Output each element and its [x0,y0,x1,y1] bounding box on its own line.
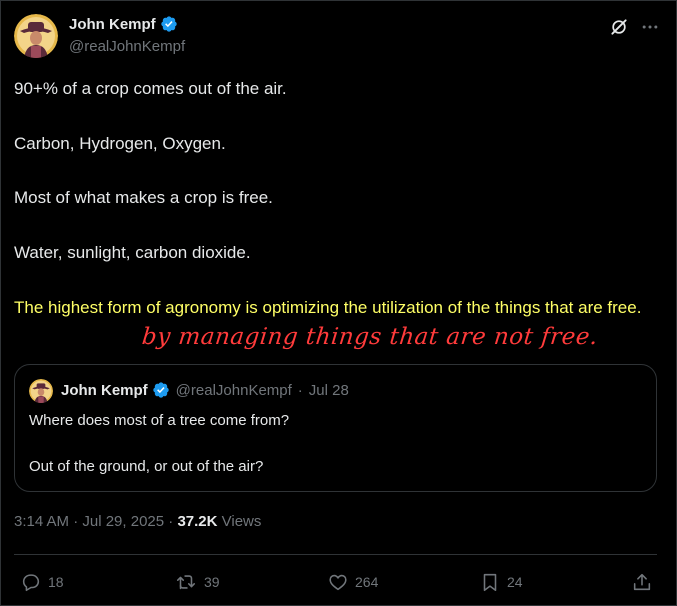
quoted-author-avatar[interactable] [29,379,53,403]
author-handle[interactable]: @realJohnKempf [69,38,185,55]
repost-icon [174,571,198,593]
tweet-card: John Kempf @realJohnKempf 90+% of a crop… [0,0,677,606]
views-label: Views [221,513,262,530]
repost-button[interactable]: 39 [174,570,220,594]
quoted-author-name[interactable]: John Kempf [61,382,148,399]
quoted-date[interactable]: Jul 28 [309,382,349,399]
grok-icon[interactable] [607,15,631,39]
highlighted-tweet-text: The highest form of agronomy is optimizi… [14,298,642,317]
like-button[interactable]: 264 [327,570,378,594]
bookmark-count: 24 [507,574,523,590]
reply-button[interactable]: 18 [20,570,64,594]
quoted-separator: · [297,381,303,399]
tweet-timestamp[interactable]: 3:14 AM · Jul 29, 2025 · [14,513,173,530]
author-avatar[interactable] [14,14,58,58]
tweet-meta: 3:14 AM · Jul 29, 2025 · 37.2K Views [14,513,261,530]
views-count: 37.2K [177,513,218,530]
divider [14,554,657,555]
handwritten-annotation: by managing things that are not free. [140,324,600,350]
repost-count: 39 [204,574,220,590]
tweet-text-line-3: Most of what makes a crop is free. [14,188,273,207]
tweet-text-line-2: Carbon, Hydrogen, Oxygen. [14,134,226,153]
quoted-author-handle: @realJohnKempf [175,381,292,399]
reply-count: 18 [48,574,64,590]
share-icon [631,571,653,593]
author-name[interactable]: John Kempf [69,15,178,33]
verified-badge-icon[interactable] [160,15,178,33]
bookmark-button[interactable]: 24 [479,570,523,594]
quoted-verified-badge-icon [152,381,170,399]
quoted-tweet-header: John Kempf @realJohnKempf · Jul 28 [61,381,349,399]
tweet-text-line-4: Water, sunlight, carbon dioxide. [14,243,251,262]
like-count: 264 [355,574,379,590]
more-icon[interactable] [638,15,662,39]
share-button[interactable] [631,570,653,594]
author-name-text[interactable]: John Kempf [69,16,156,33]
tweet-text-line-1: 90+% of a crop comes out of the air. [14,79,287,98]
reply-icon [20,571,42,593]
quoted-tweet[interactable]: John Kempf @realJohnKempf · Jul 28 Where… [14,364,657,492]
like-icon [327,571,349,593]
quoted-text-line-1: Where does most of a tree come from? [29,412,290,429]
quoted-text-line-2: Out of the ground, or out of the air? [29,458,264,475]
bookmark-icon [479,571,501,593]
